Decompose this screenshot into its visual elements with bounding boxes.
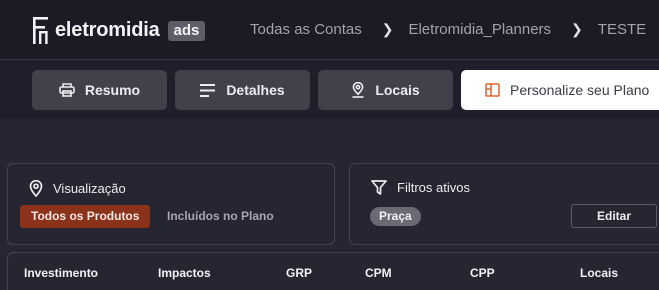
column-header-locais[interactable]: Locais [580,266,618,280]
breadcrumb-item-all-accounts[interactable]: Todas as Contas [250,21,362,38]
visualizacao-title: Visualização [29,180,126,197]
tab-label: Locais [375,82,420,98]
filtros-title: Filtros ativos [371,180,470,195]
visualizacao-label: Visualização [53,181,126,196]
logo-badge: ads [167,20,206,41]
top-header: eletromidia ads Todas as Contas ❯ Eletro… [0,0,659,60]
breadcrumb-item-account[interactable]: Eletromidia_Planners [408,21,551,38]
breadcrumb-item-plan[interactable]: TESTE [598,21,646,38]
filtros-card: Filtros ativos Praça Editar [349,163,659,245]
filtros-label: Filtros ativos [397,180,470,195]
filter-chip-praca[interactable]: Praça [370,207,421,226]
tab-personalize[interactable]: Personalize seu Plano [461,70,659,110]
breadcrumb: Todas as Contas ❯ Eletromidia_Planners ❯… [250,21,646,38]
option-todos-os-produtos[interactable]: Todos os Produtos [20,205,151,228]
chevron-right-icon: ❯ [381,21,394,37]
tab-locais[interactable]: Locais [318,70,453,110]
brand-logo[interactable]: eletromidia ads [32,16,206,45]
layout-icon [485,83,500,97]
filter-icon [371,180,387,195]
edit-filters-button[interactable]: Editar [571,204,657,228]
visualizacao-card: Visualização Todos os Produtos Incluídos… [7,163,335,245]
column-header-grp[interactable]: GRP [286,266,312,280]
column-header-investimento[interactable]: Investimento [24,266,98,280]
tab-resumo[interactable]: Resumo [32,70,167,110]
tab-bar: Resumo Detalhes Locais Personalize seu P… [0,61,659,119]
chevron-right-icon: ❯ [571,21,583,37]
results-table: Investimento Impactos GRP CPM CPP Locais [7,252,659,290]
tab-label: Detalhes [226,82,285,98]
location-pin-icon [351,82,365,98]
eletromidia-logo-icon [33,17,48,44]
tab-detalhes[interactable]: Detalhes [175,70,310,110]
lines-icon [200,83,216,97]
tab-label: Resumo [84,82,141,98]
printer-icon [59,83,75,97]
tab-label: Personalize seu Plano [510,82,650,98]
column-header-cpm[interactable]: CPM [365,266,392,280]
logo-text: eletromidia [55,19,160,41]
option-incluidos-no-plano[interactable]: Incluídos no Plano [167,205,274,228]
column-header-impactos[interactable]: Impactos [158,266,211,280]
column-header-cpp[interactable]: CPP [470,266,495,280]
map-pin-icon [29,180,43,197]
